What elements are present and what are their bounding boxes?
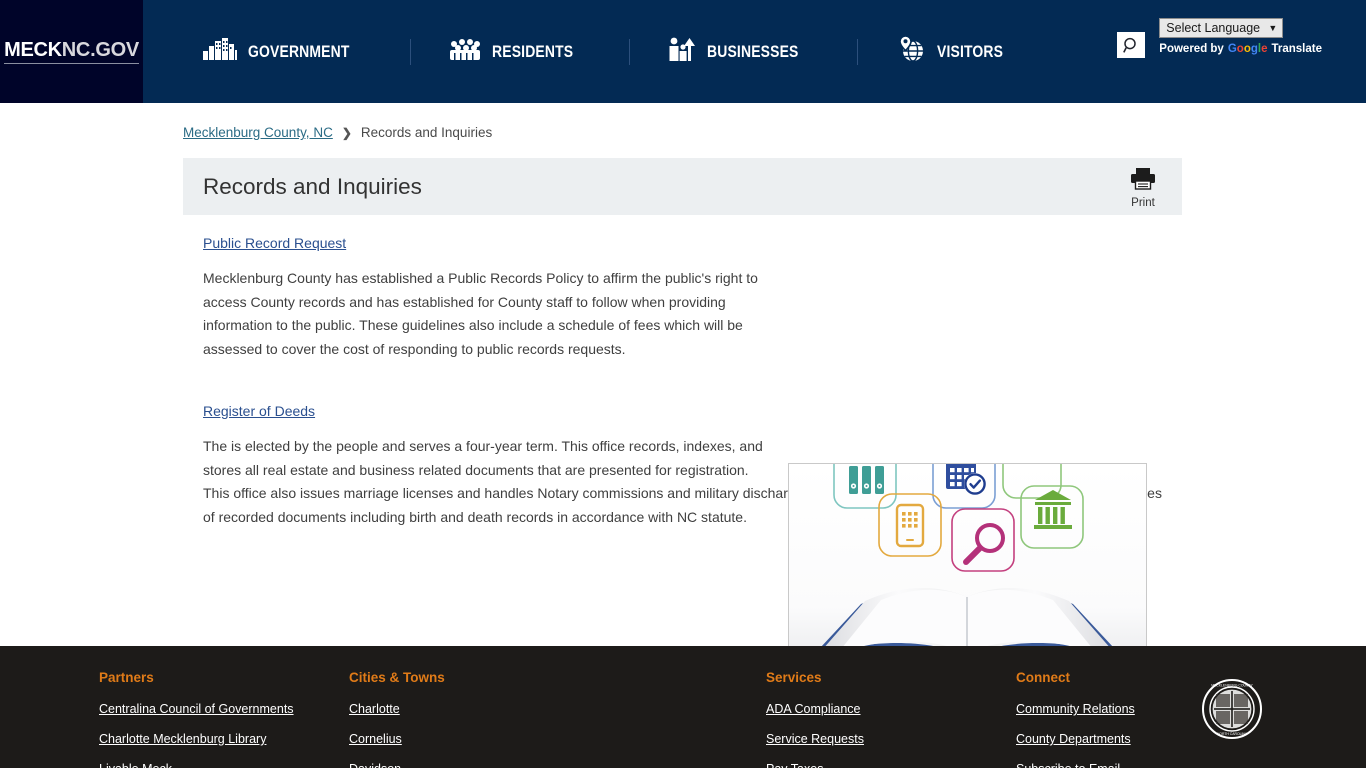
footer-column-connect: Connect Community Relations County Depar… <box>1016 670 1135 768</box>
print-label: Print <box>1131 196 1155 209</box>
logo-meck: MECK <box>4 39 62 61</box>
link-public-record-request[interactable]: Public Record Request <box>203 235 346 251</box>
binders-icon <box>849 466 884 494</box>
footer-link-county-departments[interactable]: County Departments <box>1016 732 1135 746</box>
nav-item-businesses[interactable]: BUSINESSES <box>668 37 819 66</box>
footer-column-cities-and-towns: Cities & Towns Charlotte Cornelius David… <box>349 670 445 768</box>
open-book-with-service-icons-illustration <box>788 463 1147 670</box>
nav-divider-1 <box>409 38 411 65</box>
footer-link-ada-compliance[interactable]: ADA Compliance <box>766 702 864 716</box>
nav-item-government[interactable]: GOVERNMENT <box>203 38 372 65</box>
footer-link-service-requests[interactable]: Service Requests <box>766 732 864 746</box>
nav-label-visitors: VISITORS <box>936 41 1003 61</box>
breadcrumb: Mecklenburg County, NC ❯ Records and Inq… <box>0 103 1366 140</box>
footer-heading-connect: Connect <box>1016 670 1070 685</box>
page-title-bar: Records and Inquiries Print <box>183 158 1182 215</box>
svg-text:NORTH CAROLINA: NORTH CAROLINA <box>1217 732 1248 736</box>
google-logo: Google <box>1227 43 1268 55</box>
footer-link-livable-meck[interactable]: Livable Meck <box>99 762 294 768</box>
section-public-record-request: Public Record Request Mecklenburg County… <box>203 235 769 361</box>
mecklenburg-county-seal: MECKLENBURG COUNTY NORTH CAROLINA <box>1201 678 1263 740</box>
print-button[interactable]: Print <box>1130 167 1156 209</box>
chevron-right-icon: ❯ <box>341 125 352 140</box>
footer-heading-partners: Partners <box>99 670 154 685</box>
language-select[interactable]: Select Language ▼ <box>1159 18 1284 38</box>
nav-divider-2 <box>628 38 630 65</box>
google-translate-widget: Select Language ▼ Powered by Google Tran… <box>1159 18 1322 55</box>
header-utilities: Select Language ▼ Powered by Google Tran… <box>1117 0 1366 103</box>
nav-label-government: GOVERNMENT <box>248 41 350 61</box>
language-select-value: Select Language <box>1166 21 1261 35</box>
globe-pin-icon <box>896 35 926 67</box>
footer-heading-services: Services <box>766 670 822 685</box>
site-footer: Partners Centralina Council of Governmen… <box>0 646 1366 768</box>
svg-text:MECKLENBURG COUNTY: MECKLENBURG COUNTY <box>1211 684 1253 688</box>
search-icon[interactable] <box>1117 32 1146 58</box>
nav-divider-3 <box>856 38 858 65</box>
page-title: Records and Inquiries <box>203 173 422 199</box>
translate-label: Translate <box>1271 43 1323 55</box>
nav-item-visitors[interactable]: VISITORS <box>896 35 1018 67</box>
breadcrumb-current: Records and Inquiries <box>360 125 493 140</box>
site-header: MECKNC.GOV GOVERNMENT RESIDENTS BUSINESS… <box>0 0 1366 103</box>
footer-link-subscribe-to-email[interactable]: Subscribe to Email <box>1016 762 1135 768</box>
nav-label-businesses: BUSINESSES <box>706 41 799 61</box>
footer-link-community-relations[interactable]: Community Relations <box>1016 702 1135 716</box>
site-logo-text: MECKNC.GOV <box>4 39 139 64</box>
footer-link-centralina-council-of-governments[interactable]: Centralina Council of Governments <box>99 702 294 716</box>
powered-by-label: Powered by <box>1159 43 1224 55</box>
paragraph-public-record-request: Mecklenburg County has established a Pub… <box>203 270 758 357</box>
footer-link-cornelius[interactable]: Cornelius <box>349 732 445 746</box>
paragraph-register-of-deeds-1: The is elected by the people and serves … <box>203 438 763 478</box>
main-navigation: GOVERNMENT RESIDENTS BUSINESSES VISITORS <box>143 0 1117 103</box>
footer-link-pay-taxes[interactable]: Pay Taxes <box>766 762 864 768</box>
buildings-icon <box>203 38 237 65</box>
printer-icon <box>1130 167 1156 195</box>
link-register-of-deeds[interactable]: Register of Deeds <box>203 403 315 419</box>
footer-column-partners: Partners Centralina Council of Governmen… <box>99 670 294 768</box>
chevron-down-icon: ▼ <box>1268 22 1278 33</box>
main-content: Public Record Request Mecklenburg County… <box>0 215 1366 670</box>
section-register-of-deeds: Register of Deeds The is elected by the … <box>203 403 1366 529</box>
business-people-icon <box>668 37 696 66</box>
people-icon <box>449 38 481 65</box>
logo-ncgov: NC.GOV <box>61 39 139 61</box>
powered-by-google-translate: Powered by Google Translate <box>1159 43 1322 55</box>
nav-item-residents[interactable]: RESIDENTS <box>449 38 591 65</box>
footer-link-charlotte[interactable]: Charlotte <box>349 702 445 716</box>
footer-heading-cities-and-towns: Cities & Towns <box>349 670 445 685</box>
footer-link-davidson[interactable]: Davidson <box>349 762 445 768</box>
site-logo[interactable]: MECKNC.GOV <box>0 0 143 103</box>
breadcrumb-link-home[interactable]: Mecklenburg County, NC <box>183 125 333 140</box>
footer-link-charlotte-mecklenburg-library[interactable]: Charlotte Mecklenburg Library <box>99 732 294 746</box>
footer-column-services: Services ADA Compliance Service Requests… <box>766 670 864 768</box>
nav-label-residents: RESIDENTS <box>491 41 574 61</box>
